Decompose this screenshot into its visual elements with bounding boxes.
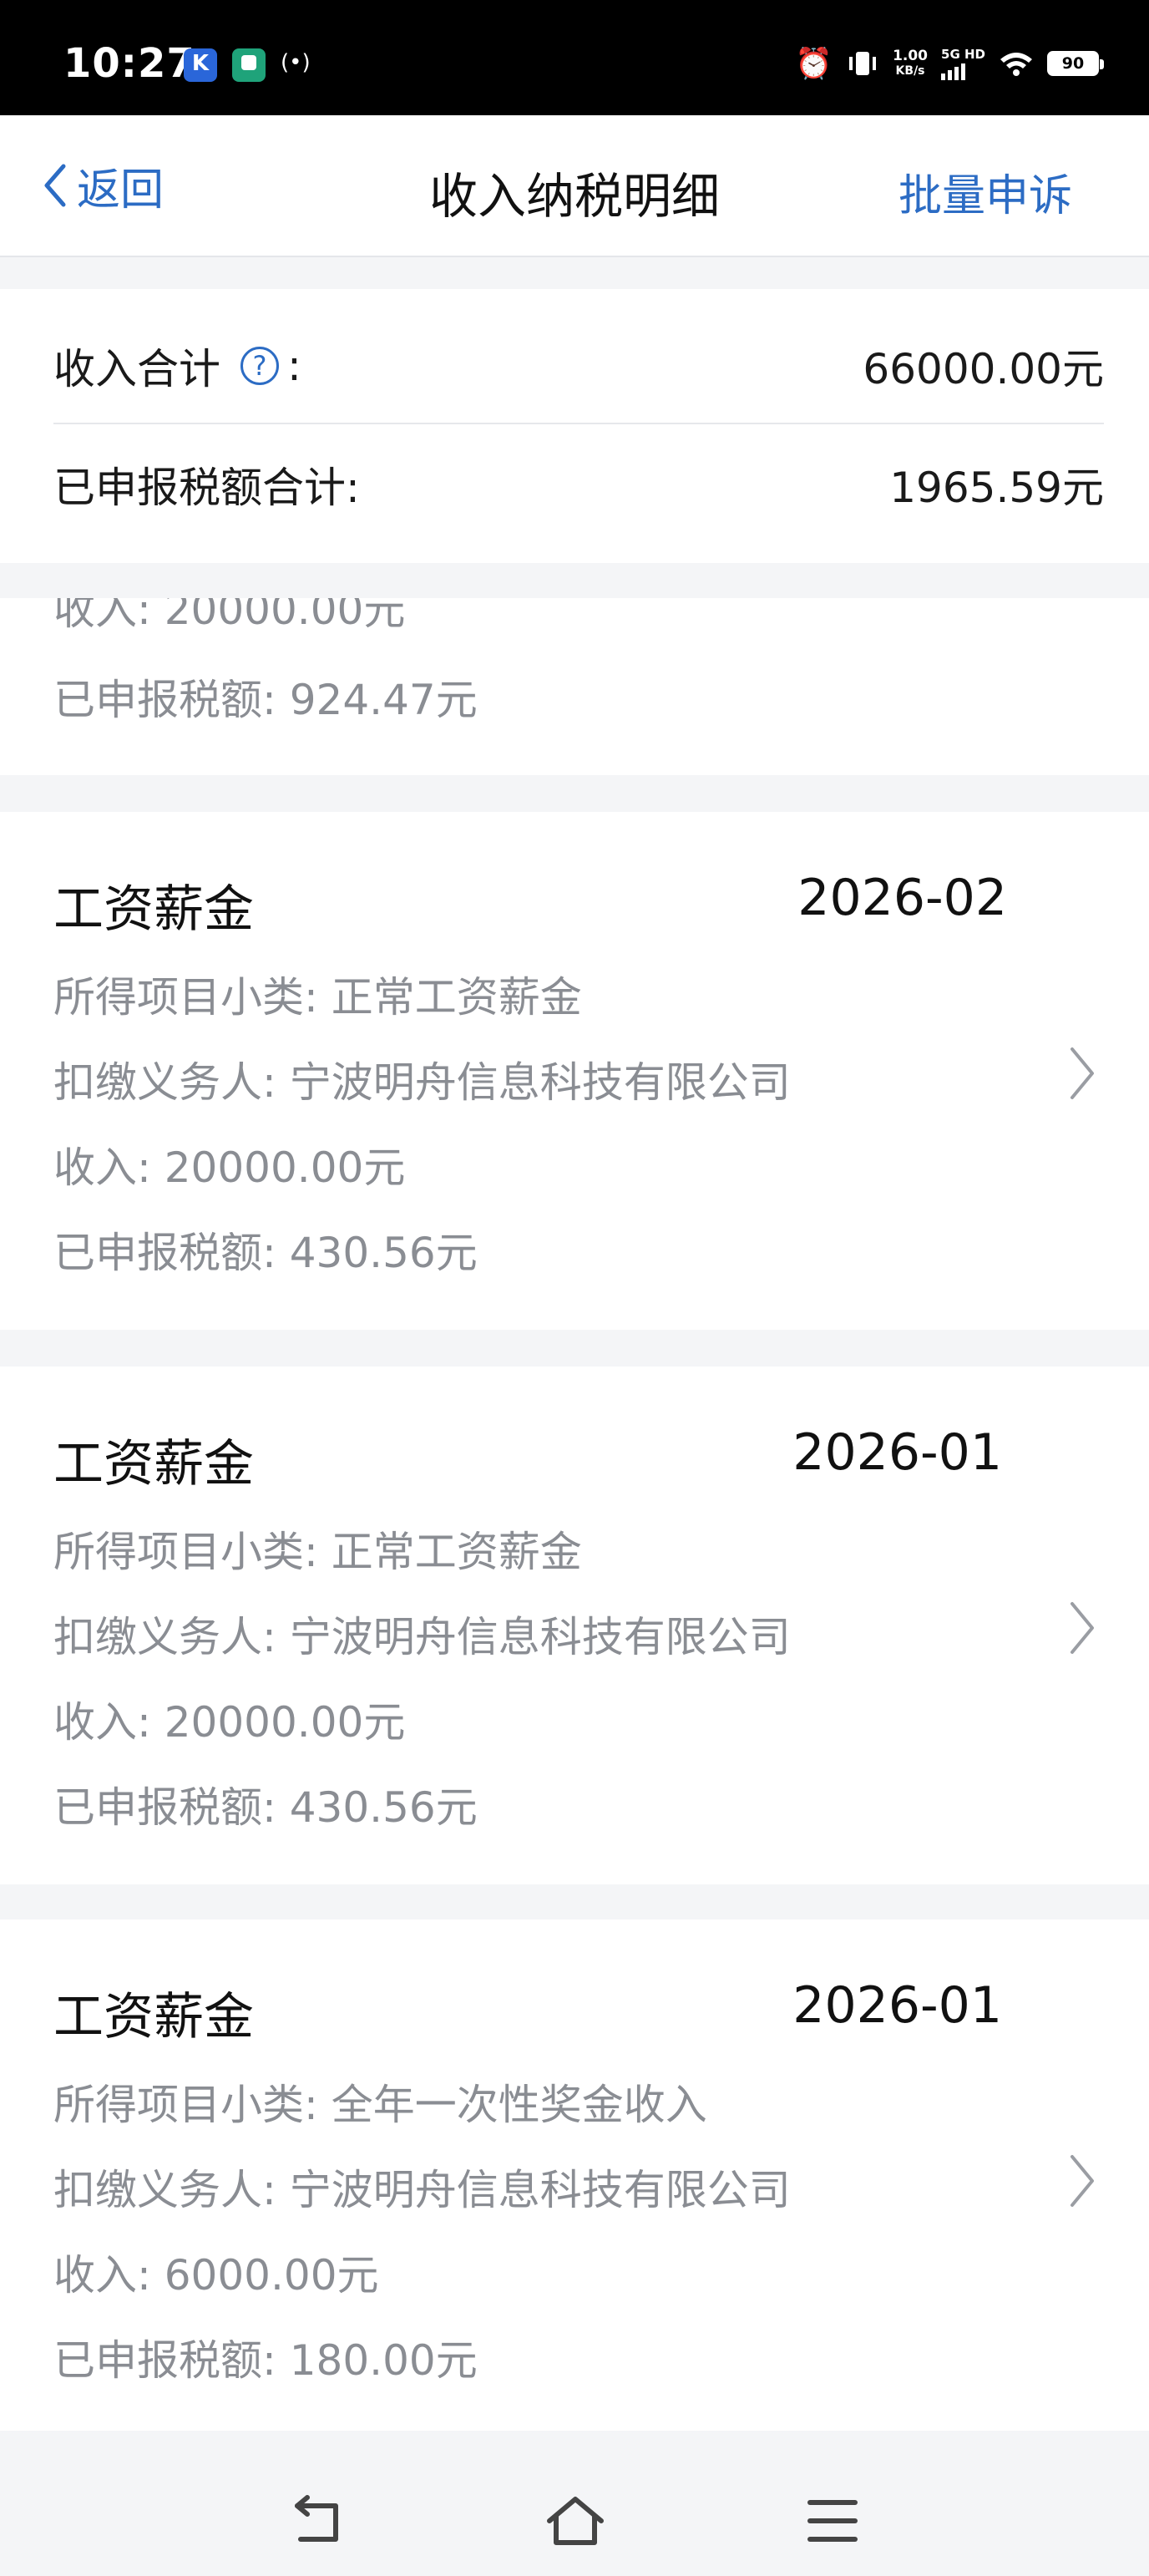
record-tax: 已申报税额: 430.56元: [53, 1783, 478, 1832]
nav-bar: 返回 收入纳税明细 批量申诉: [0, 115, 1149, 257]
status-bar: 10:27 (•) ⏰ 1.00 KB/s 5G HD 90: [0, 0, 1149, 115]
tax-total-label: 已申报税额合计:: [53, 464, 360, 512]
record-income: 收入: 6000.00元: [53, 2251, 379, 2300]
summary-card: 收入合计 ? : 66000.00元 已申报税额合计: 1965.59元: [0, 289, 1149, 563]
chevron-right-icon[interactable]: [1065, 1599, 1099, 1657]
batch-appeal-button[interactable]: 批量申诉: [898, 160, 1072, 223]
back-gesture-icon[interactable]: [289, 2494, 347, 2548]
battery-level: 90: [1050, 53, 1096, 74]
tax-total-value: 1965.59元: [889, 464, 1104, 512]
wifi-icon: [1000, 53, 1032, 76]
tax-app-icon: [232, 48, 266, 82]
hotspot-icon: (•): [281, 50, 311, 75]
income-total-label: 收入合计: [53, 345, 220, 393]
record-date: 2026-01: [792, 1423, 1002, 1482]
record-income: 收入: 20000.00元: [53, 598, 406, 634]
record-date: 2026-02: [797, 869, 1007, 927]
record-withholder: 扣缴义务人: 宁波明舟信息科技有限公司: [53, 2166, 791, 2214]
record-subcategory: 所得项目小类: 正常工资薪金: [53, 973, 582, 1022]
net-speed: 1.00 KB/s: [893, 48, 929, 78]
help-icon[interactable]: ?: [240, 347, 279, 385]
record-tax: 已申报税额: 924.47元: [53, 676, 478, 724]
record-title: 工资薪金: [53, 1988, 254, 2046]
record-title: 工资薪金: [53, 880, 254, 939]
record-withholder: 扣缴义务人: 宁波明舟信息科技有限公司: [53, 1613, 791, 1661]
record-card[interactable]: 工资薪金 2026-01 所得项目小类: 正常工资薪金 扣缴义务人: 宁波明舟信…: [0, 1367, 1149, 1884]
signal-indicator: 5G HD: [941, 47, 985, 80]
income-total-colon: :: [287, 342, 301, 390]
vibrate-icon: [849, 52, 877, 75]
signal-bars-icon: [941, 62, 985, 80]
income-total-row: 收入合计 ? : 66000.00元: [53, 332, 1104, 399]
battery-icon: 90: [1047, 51, 1104, 76]
record-subcategory: 所得项目小类: 正常工资薪金: [53, 1528, 582, 1576]
tax-total-row: 已申报税额合计: 1965.59元: [53, 451, 1104, 518]
record-date: 2026-01: [792, 1976, 1002, 2035]
system-nav-bar: [0, 2466, 1149, 2576]
record-title: 工资薪金: [53, 1435, 254, 1493]
record-card[interactable]: 工资薪金 2026-02 所得项目小类: 正常工资薪金 扣缴义务人: 宁波明舟信…: [0, 812, 1149, 1330]
home-icon[interactable]: [544, 2494, 606, 2548]
divider: [53, 423, 1104, 424]
chevron-right-icon[interactable]: [1065, 1044, 1099, 1103]
record-card-partial[interactable]: 收入: 20000.00元 已申报税额: 924.47元: [0, 598, 1149, 775]
record-tax: 已申报税额: 180.00元: [53, 2336, 478, 2385]
k-app-icon: [184, 48, 217, 82]
record-withholder: 扣缴义务人: 宁波明舟信息科技有限公司: [53, 1058, 791, 1107]
income-total-value: 66000.00元: [863, 345, 1104, 393]
record-income: 收入: 20000.00元: [53, 1143, 406, 1192]
status-time: 10:27: [63, 40, 195, 87]
alarm-icon: ⏰: [795, 47, 833, 81]
record-tax: 已申报税额: 430.56元: [53, 1229, 478, 1277]
menu-icon[interactable]: [807, 2494, 858, 2548]
record-card[interactable]: 工资薪金 2026-01 所得项目小类: 全年一次性奖金收入 扣缴义务人: 宁波…: [0, 1919, 1149, 2431]
chevron-right-icon[interactable]: [1065, 2152, 1099, 2210]
record-subcategory: 所得项目小类: 全年一次性奖金收入: [53, 2081, 707, 2129]
record-income: 收入: 20000.00元: [53, 1698, 406, 1747]
